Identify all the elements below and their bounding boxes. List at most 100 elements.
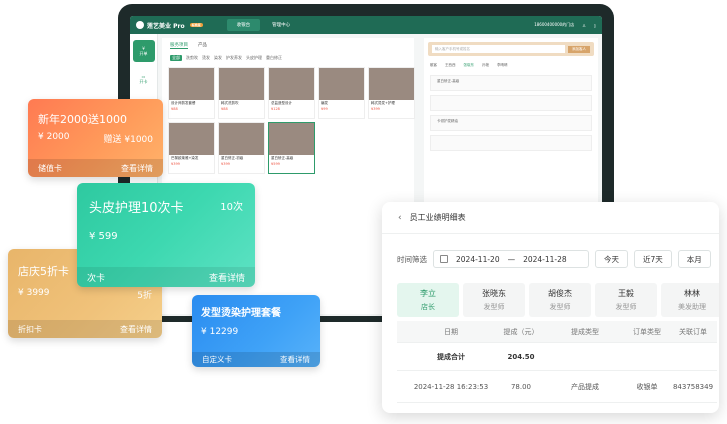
- card-details-link[interactable]: 查看详情: [280, 354, 310, 365]
- card-footer: 储值卡 查看详情: [28, 159, 163, 177]
- top-right: 18600400000的门店 ♙ ▯: [534, 22, 596, 28]
- staff-filter-row: 散客 王西西 张晓东 孙艳 李晴晴: [424, 60, 598, 71]
- time-filter-row: 时间筛选 2024-11-20 — 2024-11-28 今天 近7天 本月: [397, 250, 711, 268]
- date-to: 2024-11-28: [523, 254, 567, 264]
- top-bar: 莲艺美业 Pro 标准版 收银台 管理中心 18600400000的门店 ♙ ▯: [130, 16, 602, 34]
- brand-name: 莲艺美业 Pro: [147, 22, 185, 30]
- card-details-link[interactable]: 查看详情: [120, 324, 152, 335]
- tab-services[interactable]: 服务项目: [170, 42, 188, 49]
- add-customer-button[interactable]: 添加客人: [568, 45, 590, 53]
- category-all[interactable]: 全部: [170, 55, 182, 61]
- card-kind: 次卡: [87, 273, 106, 284]
- device-icon[interactable]: ▯: [594, 23, 596, 28]
- this-month-button[interactable]: 本月: [677, 250, 711, 268]
- service-card[interactable]: 设计师剪发套餐 ¥88: [168, 67, 215, 119]
- service-card-selected[interactable]: 重白矫正-高级 ¥599: [268, 122, 315, 174]
- date-range-picker[interactable]: 2024-11-20 — 2024-11-28: [433, 250, 589, 268]
- order-line[interactable]: 重白矫正-高级: [430, 75, 592, 91]
- summary-row: 提成合计 204.50: [397, 343, 717, 371]
- brand: 莲艺美业 Pro 标准版: [136, 21, 203, 30]
- staff-tab[interactable]: 林林 美发助理: [661, 283, 719, 317]
- service-photo: [169, 123, 214, 155]
- date-from: 2024-11-20: [456, 254, 500, 264]
- service-grid: 设计师剪发套餐 ¥88 韩式洗剪吹 ¥88 总监造型设计 ¥128 编发 ¥99 韩式烫…: [162, 63, 415, 178]
- service-photo: [169, 68, 214, 100]
- back-icon[interactable]: ‹: [398, 213, 402, 223]
- card-title: 店庆5折卡: [18, 265, 69, 278]
- category-item[interactable]: 头皮护理: [246, 55, 262, 61]
- staff-tabs: 李立 店长 张晓东 发型师 胡俊杰 发型师 王毅 发型师 林林 美发助理: [397, 283, 719, 317]
- card-footer: 次卡 查看详情: [77, 267, 255, 287]
- table-row[interactable]: 2024-11-28 16:23:53 78.00 产品提成 收银单 84375…: [397, 371, 717, 403]
- card-discount-rate: 5折: [137, 291, 152, 301]
- times-card[interactable]: 头皮护理10次卡 10次 ¥ 599 次卡 查看详情: [77, 183, 255, 287]
- filter-label: 时间筛选: [397, 254, 427, 264]
- panel-header: ‹ 员工业绩明细表: [382, 202, 719, 234]
- nav-cashier[interactable]: 收银台: [226, 19, 261, 31]
- card-amount: ¥ 12299: [201, 327, 239, 337]
- sidebar-item-order[interactable]: ¥ 开单: [132, 40, 155, 62]
- today-button[interactable]: 今天: [595, 250, 628, 268]
- staff-tab[interactable]: 张晓东 发型师: [463, 283, 525, 317]
- card-footer: 自定义卡 查看详情: [192, 352, 320, 367]
- order-line[interactable]: [430, 135, 592, 151]
- staff-tab[interactable]: 李立 店长: [397, 283, 459, 317]
- table-header: 日期 提成（元） 提成类型 订单类型 关联订单: [397, 321, 717, 343]
- service-card[interactable]: 重白修正-初级 ¥399: [218, 122, 265, 174]
- date-separator: —: [507, 254, 516, 264]
- staff-filter-item[interactable]: 孙艳: [482, 63, 489, 68]
- service-card[interactable]: 巴黎欧莱雅+染发 ¥399: [168, 122, 215, 174]
- card-details-link[interactable]: 查看详情: [209, 271, 245, 284]
- card-amount: ¥ 599: [89, 231, 118, 242]
- custom-card[interactable]: 发型烫染护理套餐 ¥ 12299 自定义卡 查看详情: [192, 295, 320, 367]
- stored-value-card[interactable]: 新年2000送1000 ¥ 2000 赠送 ¥1000 储值卡 查看详情: [28, 99, 163, 177]
- category-item[interactable]: 染发: [214, 55, 222, 61]
- service-photo: [269, 123, 314, 155]
- customer-search-bar: 输入客户手机号或姓名 添加客人: [428, 42, 594, 56]
- service-tabs: 服务项目 产品: [162, 38, 414, 53]
- account-phone: 18600400000的门店: [534, 22, 575, 27]
- category-row: 全部 洗剪吹 烫发 染发 护发养发 头皮护理 重白修正: [162, 53, 414, 63]
- last-7-days-button[interactable]: 近7天: [634, 250, 672, 268]
- sidebar-item-card[interactable]: ▭ 开卡: [133, 68, 155, 90]
- card-details-link[interactable]: 查看详情: [121, 163, 153, 174]
- category-item[interactable]: 烫发: [202, 55, 210, 61]
- service-card[interactable]: 韩式洗剪吹 ¥88: [218, 67, 265, 119]
- category-item[interactable]: 重白修正: [266, 55, 282, 61]
- panel-title: 员工业绩明细表: [409, 213, 466, 222]
- calendar-icon: [440, 255, 448, 263]
- category-item[interactable]: 护发养发: [226, 55, 242, 61]
- staff-tab[interactable]: 王毅 发型师: [595, 283, 657, 317]
- staff-performance-panel: ‹ 员工业绩明细表 时间筛选 2024-11-20 — 2024-11-28 今…: [382, 202, 719, 413]
- card-footer: 折扣卡 查看详情: [8, 320, 162, 338]
- card-title: 发型烫染护理套餐: [201, 308, 281, 319]
- staff-filter-item[interactable]: 王西西: [445, 63, 456, 68]
- card-amount: ¥ 3999: [18, 288, 50, 298]
- tab-products[interactable]: 产品: [198, 42, 207, 49]
- category-item[interactable]: 洗剪吹: [186, 55, 198, 61]
- order-line[interactable]: 卡领护发精油: [430, 115, 592, 131]
- user-icon[interactable]: ♙: [582, 23, 586, 28]
- service-photo: [369, 68, 414, 100]
- card-amount: ¥ 2000: [38, 132, 70, 142]
- service-photo: [269, 68, 314, 100]
- order-line[interactable]: [430, 95, 592, 111]
- staff-filter-item[interactable]: 张晓东: [464, 63, 475, 68]
- customer-search-input[interactable]: 输入客户手机号或姓名: [432, 45, 565, 53]
- card-kind: 自定义卡: [202, 355, 232, 364]
- service-card[interactable]: 总监造型设计 ¥128: [268, 67, 315, 119]
- card-count: 10次: [220, 202, 243, 213]
- staff-filter-item[interactable]: 李晴晴: [497, 63, 508, 68]
- service-photo: [219, 123, 264, 155]
- service-card[interactable]: 韩式烫发+护理 ¥399: [368, 67, 415, 119]
- top-nav: 收银台 管理中心: [226, 19, 301, 31]
- edition-badge: 标准版: [189, 23, 203, 27]
- service-card[interactable]: 编发 ¥99: [318, 67, 365, 119]
- service-photo: [219, 68, 264, 100]
- staff-tab[interactable]: 胡俊杰 发型师: [529, 283, 591, 317]
- card-gift: 赠送 ¥1000: [103, 135, 154, 145]
- nav-management[interactable]: 管理中心: [262, 19, 300, 31]
- service-photo: [319, 68, 364, 100]
- brand-logo-icon: [136, 21, 144, 29]
- staff-filter-item[interactable]: 散客: [430, 63, 437, 68]
